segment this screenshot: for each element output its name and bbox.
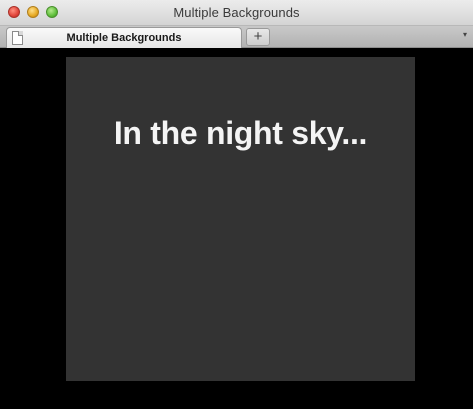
page-content: In the night sky... <box>0 48 473 409</box>
window-title: Multiple Backgrounds <box>173 5 300 20</box>
tab-multiple-backgrounds[interactable]: Multiple Backgrounds <box>6 27 242 48</box>
page-heading: In the night sky... <box>113 115 368 151</box>
new-tab-button[interactable]: + <box>246 28 270 46</box>
night-sky-box: In the night sky... <box>66 57 415 381</box>
tab-label: Multiple Backgrounds <box>66 32 182 44</box>
tab-menu-chevron-icon[interactable]: ▾ <box>463 30 467 39</box>
tab-strip: Multiple Backgrounds + ▾ <box>0 26 473 48</box>
title-bar[interactable]: Multiple Backgrounds <box>0 0 473 26</box>
browser-window: Multiple Backgrounds Multiple Background… <box>0 0 473 409</box>
